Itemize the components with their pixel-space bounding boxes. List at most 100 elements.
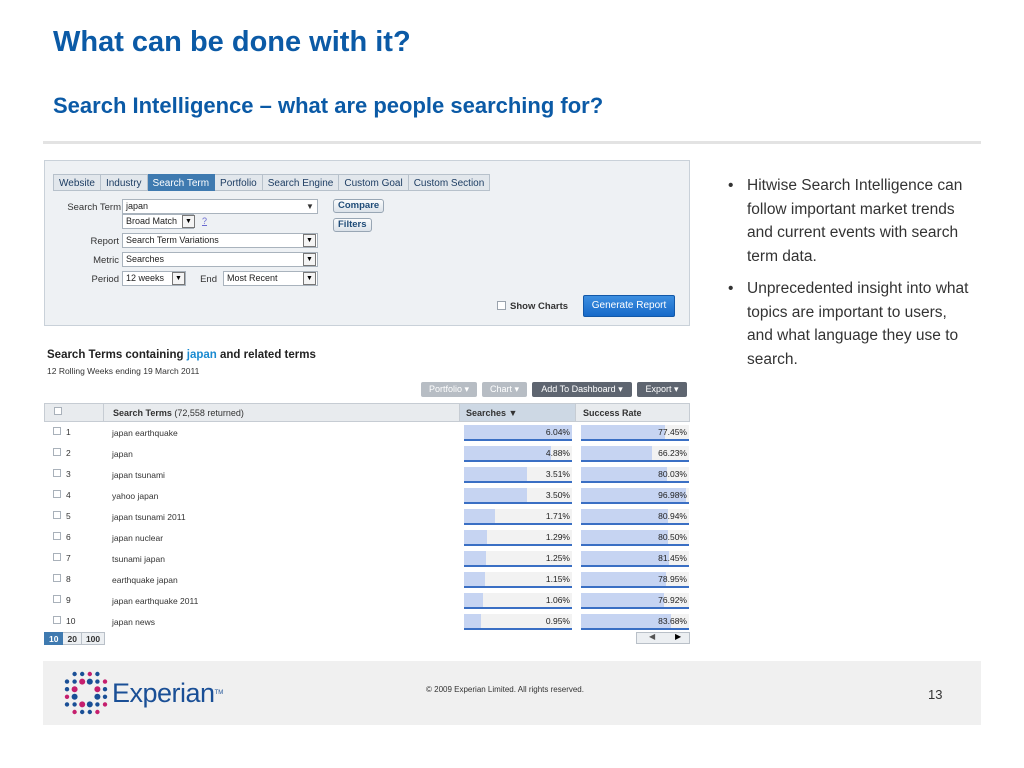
tab-search-engine[interactable]: Search Engine [262, 174, 340, 191]
table-row[interactable]: 7 tsunami japan 1.25% 81.45% [44, 548, 690, 569]
success-rate-value: 76.92% [658, 595, 687, 605]
searches-value: 6.04% [545, 427, 570, 437]
slide-title: What can be done with it? [53, 26, 411, 58]
searches-column-header[interactable]: Searches ▼ [466, 408, 517, 418]
end-dropdown-icon[interactable]: ▼ [303, 272, 316, 285]
success-rate-value: 66.23% [658, 448, 687, 458]
report-dropdown-icon[interactable]: ▼ [303, 234, 316, 247]
table-row[interactable]: 8 earthquake japan 1.15% 78.95% [44, 569, 690, 590]
search-term-link[interactable]: japan tsunami [112, 470, 165, 480]
row-checkbox[interactable] [53, 553, 61, 561]
portfolio-action-button[interactable]: Portfolio ▾ [421, 382, 477, 397]
compare-button[interactable]: Compare [333, 199, 385, 213]
report-title-term: japan [186, 349, 217, 361]
success-rate-column-header[interactable]: Success Rate [583, 408, 642, 418]
scroll-left-icon[interactable]: ◀ [649, 632, 655, 641]
row-checkbox[interactable] [53, 616, 61, 624]
tab-industry[interactable]: Industry [100, 174, 148, 191]
page-size-20[interactable]: 20 [63, 632, 82, 645]
searches-bar [464, 467, 527, 481]
search-term-link[interactable]: tsunami japan [112, 554, 165, 564]
success-rate-cell: 80.94% [581, 509, 689, 525]
metric-dropdown-icon[interactable]: ▼ [303, 253, 316, 266]
row-checkbox[interactable] [53, 595, 61, 603]
searches-bar-base [464, 523, 572, 525]
logo-dot [102, 687, 108, 692]
copyright-notice: © 2009 Experian Limited. All rights rese… [426, 685, 584, 694]
search-terms-header-label: Search Terms [113, 408, 172, 418]
add-to-dashboard-button[interactable]: Add To Dashboard ▾ [532, 382, 632, 397]
scroll-right-icon[interactable]: ▶ [675, 632, 681, 641]
help-link[interactable]: ? [202, 216, 207, 226]
table-row[interactable]: 5 japan tsunami 2011 1.71% 80.94% [44, 506, 690, 527]
search-term-link[interactable]: japan tsunami 2011 [112, 512, 186, 522]
row-rank: 6 [66, 532, 71, 542]
search-term-link[interactable]: japan news [112, 617, 155, 627]
tab-search-term[interactable]: Search Term [147, 174, 216, 191]
row-checkbox[interactable] [53, 511, 61, 519]
searches-value: 1.06% [545, 595, 570, 605]
success-rate-bar [581, 509, 669, 523]
tab-website[interactable]: Website [53, 174, 101, 191]
search-terms-column-header[interactable]: Search Terms (72,558 returned) [113, 408, 244, 418]
row-checkbox[interactable] [53, 490, 61, 498]
page-size-10[interactable]: 10 [44, 632, 64, 645]
searches-bar [464, 614, 481, 628]
searches-bar [464, 572, 485, 586]
searches-bar-base [464, 481, 572, 483]
tab-custom-goal[interactable]: Custom Goal [339, 174, 409, 191]
select-all-checkbox[interactable] [54, 407, 62, 415]
match-type-dropdown-icon[interactable]: ▼ [182, 215, 195, 228]
search-term-link[interactable]: japan earthquake 2011 [112, 596, 198, 606]
row-checkbox[interactable] [53, 448, 61, 456]
success-rate-bar-base [581, 607, 689, 609]
row-checkbox[interactable] [53, 469, 61, 477]
search-term-link[interactable]: earthquake japan [112, 575, 178, 585]
row-checkbox[interactable] [53, 532, 61, 540]
bullet-text: Unprecedented insight into what topics a… [747, 280, 969, 368]
table-row[interactable]: 3 japan tsunami 3.51% 80.03% [44, 464, 690, 485]
search-term-link[interactable]: japan earthquake [112, 428, 178, 438]
bullet-text: Hitwise Search Intelligence can follow i… [747, 177, 963, 265]
searches-cell: 4.88% [464, 446, 572, 462]
logo-dot [72, 679, 77, 684]
searches-header-label: Searches [466, 408, 507, 418]
search-term-link[interactable]: japan nuclear [112, 533, 163, 543]
table-row[interactable]: 9 japan earthquake 2011 1.06% 76.92% [44, 590, 690, 611]
show-charts-checkbox[interactable] [497, 301, 506, 310]
filters-button[interactable]: Filters [333, 218, 372, 232]
tab-portfolio[interactable]: Portfolio [215, 174, 263, 191]
column-divider [575, 404, 576, 421]
searches-bar [464, 551, 487, 565]
page-size-100[interactable]: 100 [81, 632, 106, 645]
tab-custom-section[interactable]: Custom Section [408, 174, 491, 191]
success-rate-cell: 66.23% [581, 446, 689, 462]
search-term-link[interactable]: yahoo japan [112, 491, 158, 501]
search-term-dropdown-icon[interactable]: ▼ [306, 202, 314, 211]
chart-action-button[interactable]: Chart ▾ [482, 382, 527, 397]
metric-select[interactable]: Searches [122, 252, 318, 267]
search-term-input[interactable]: japan [122, 199, 318, 214]
searches-value: 0.95% [545, 616, 570, 626]
success-rate-bar [581, 551, 670, 565]
row-checkbox[interactable] [53, 574, 61, 582]
table-row[interactable]: 6 japan nuclear 1.29% 80.50% [44, 527, 690, 548]
portfolio-action-label: Portfolio [428, 384, 462, 394]
export-button[interactable]: Export ▾ [637, 382, 687, 397]
trademark: TM [214, 690, 224, 696]
horizontal-scrollbar[interactable]: ◀ ▶ [636, 632, 690, 644]
table-row[interactable]: 1 japan earthquake 6.04% 77.45% [44, 422, 690, 443]
success-rate-cell: 77.45% [581, 425, 689, 441]
results-table: Search Terms (72,558 returned) Searches … [44, 403, 690, 632]
searches-value: 1.29% [545, 532, 570, 542]
generate-report-button[interactable]: Generate Report [583, 295, 675, 317]
report-select[interactable]: Search Term Variations [122, 233, 318, 248]
searches-bar-base [464, 586, 572, 588]
table-body: 1 japan earthquake 6.04% 77.45% 2 japan 4.88% 6… [44, 422, 690, 632]
success-rate-value: 80.03% [658, 469, 687, 479]
table-row[interactable]: 4 yahoo japan 3.50% 96.98% [44, 485, 690, 506]
row-checkbox[interactable] [53, 427, 61, 435]
table-row[interactable]: 2 japan 4.88% 66.23% [44, 443, 690, 464]
search-term-link[interactable]: japan [112, 449, 133, 459]
table-row[interactable]: 10 japan news 0.95% 83.68% [44, 611, 690, 632]
